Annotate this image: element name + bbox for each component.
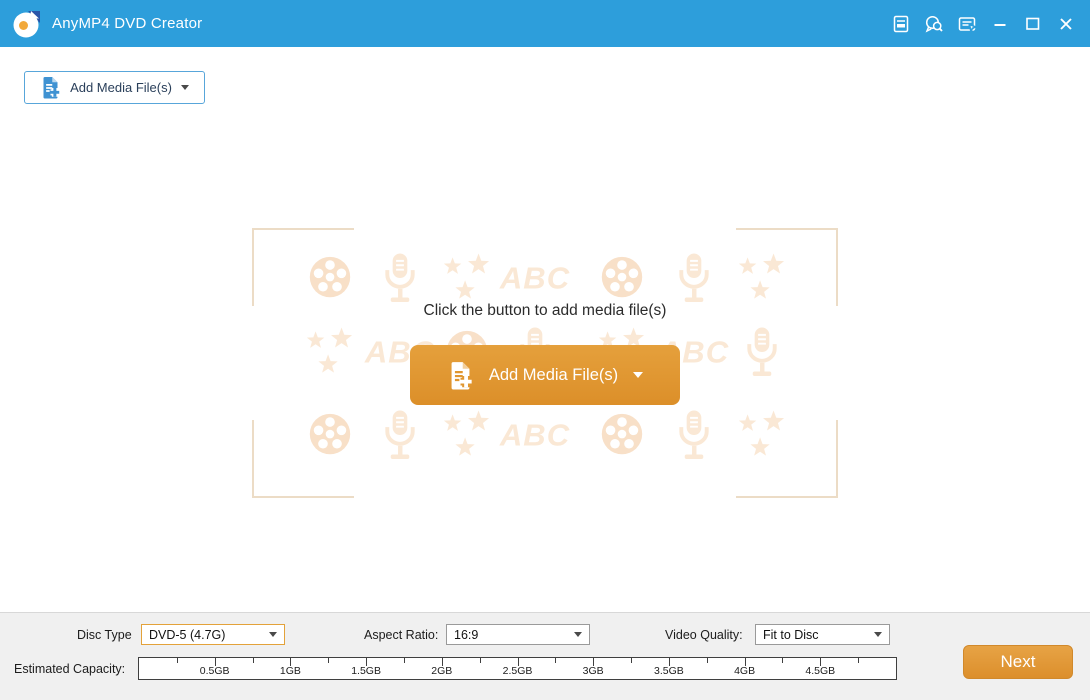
titlebar: AnyMP4 DVD Creator: [0, 0, 1090, 47]
video-quality-select[interactable]: Fit to Disc: [755, 624, 890, 645]
app-window: AnyMP4 DVD Creator Add Media File(s) ABC…: [0, 0, 1090, 700]
frame-corner: [736, 420, 838, 498]
frame-corner: [252, 228, 354, 306]
add-media-toolbar-label: Add Media File(s): [70, 80, 172, 95]
titlebar-actions: [889, 12, 1078, 36]
settings-panel: Disc Type DVD-5 (4.7G) Aspect Ratio: 16:…: [0, 612, 1090, 700]
maximize-button[interactable]: [1021, 12, 1045, 36]
capacity-meter: 0.5GB 1GB 1.5GB 2GB 2.5GB 3GB 3.5GB 4GB 4.5GB: [138, 657, 897, 680]
stars-icon: [303, 327, 357, 377]
capacity-tick-label: 1GB: [279, 665, 301, 677]
video-quality-label: Video Quality:: [665, 628, 743, 642]
frame-corner: [252, 420, 354, 498]
stars-icon: [440, 410, 494, 460]
chevron-down-icon: [180, 85, 189, 90]
disc-type-label: Disc Type: [77, 628, 132, 642]
microphone-icon: [740, 326, 784, 379]
video-quality-value: Fit to Disc: [763, 627, 819, 642]
chevron-down-icon: [574, 632, 582, 637]
support-chat-icon[interactable]: [922, 12, 946, 36]
microphone-icon: [672, 409, 716, 462]
abc-icon: ABC: [499, 417, 571, 453]
capacity-tick-label: 3GB: [582, 665, 604, 677]
capacity-tick-label: 1.5GB: [351, 665, 381, 677]
chevron-down-icon: [874, 632, 882, 637]
chevron-down-icon: [633, 372, 644, 378]
abc-icon: ABC: [499, 260, 571, 296]
stars-icon: [735, 410, 789, 460]
empty-state-message: Click the button to add media file(s): [423, 302, 667, 319]
aspect-ratio-label: Aspect Ratio:: [364, 628, 439, 642]
capacity-tick-label: 3.5GB: [654, 665, 684, 677]
film-reel-icon: [597, 410, 647, 460]
add-media-button-main[interactable]: Add Media File(s): [410, 345, 680, 405]
capacity-tick-label: 4.5GB: [805, 665, 836, 677]
capacity-tick: [555, 658, 557, 663]
capacity-tick: [706, 658, 708, 663]
stars-icon: [735, 253, 789, 303]
capacity-tick: [782, 658, 784, 663]
capacity-tick: [328, 658, 330, 663]
add-media-button-toolbar[interactable]: Add Media File(s): [24, 71, 205, 104]
film-reel-icon: [305, 253, 355, 303]
microphone-icon: [672, 252, 716, 305]
aspect-ratio-select[interactable]: 16:9: [446, 624, 590, 645]
frame-corner: [736, 228, 838, 306]
capacity-tick-label: 4GB: [734, 665, 756, 677]
disc-type-select[interactable]: DVD-5 (4.7G): [141, 624, 285, 645]
capacity-tick: [176, 658, 178, 663]
next-button[interactable]: Next: [963, 645, 1073, 679]
close-button[interactable]: [1054, 12, 1078, 36]
media-list-area: Add Media File(s) ABC ABC ABC ABC Click …: [0, 47, 1090, 612]
capacity-tick: [858, 658, 860, 663]
stars-icon: [440, 253, 494, 303]
capacity-tick: [479, 658, 481, 663]
aspect-ratio-value: 16:9: [454, 627, 479, 642]
capacity-tick: [403, 658, 405, 663]
feedback-menu-icon[interactable]: [955, 12, 979, 36]
minimize-button[interactable]: [988, 12, 1012, 36]
microphone-icon: [378, 409, 422, 462]
capacity-tick-label: 2GB: [431, 665, 453, 677]
capacity-tick-label: 0.5GB: [199, 665, 230, 677]
film-reel-icon: [305, 410, 355, 460]
capacity-tick: [631, 658, 633, 663]
add-file-icon: [451, 361, 472, 389]
microphone-icon: [378, 252, 422, 305]
disc-type-value: DVD-5 (4.7G): [149, 627, 226, 642]
capacity-tick: [252, 658, 254, 663]
register-document-icon[interactable]: [889, 12, 913, 36]
chevron-down-icon: [269, 632, 277, 637]
estimated-capacity-label: Estimated Capacity:: [14, 662, 126, 676]
film-reel-icon: [597, 253, 647, 303]
add-file-icon: [43, 77, 60, 99]
capacity-tick-label: 2.5GB: [502, 665, 533, 677]
window-title: AnyMP4 DVD Creator: [52, 15, 203, 32]
add-media-main-label: Add Media File(s): [488, 365, 619, 384]
app-logo-icon: [12, 8, 42, 40]
